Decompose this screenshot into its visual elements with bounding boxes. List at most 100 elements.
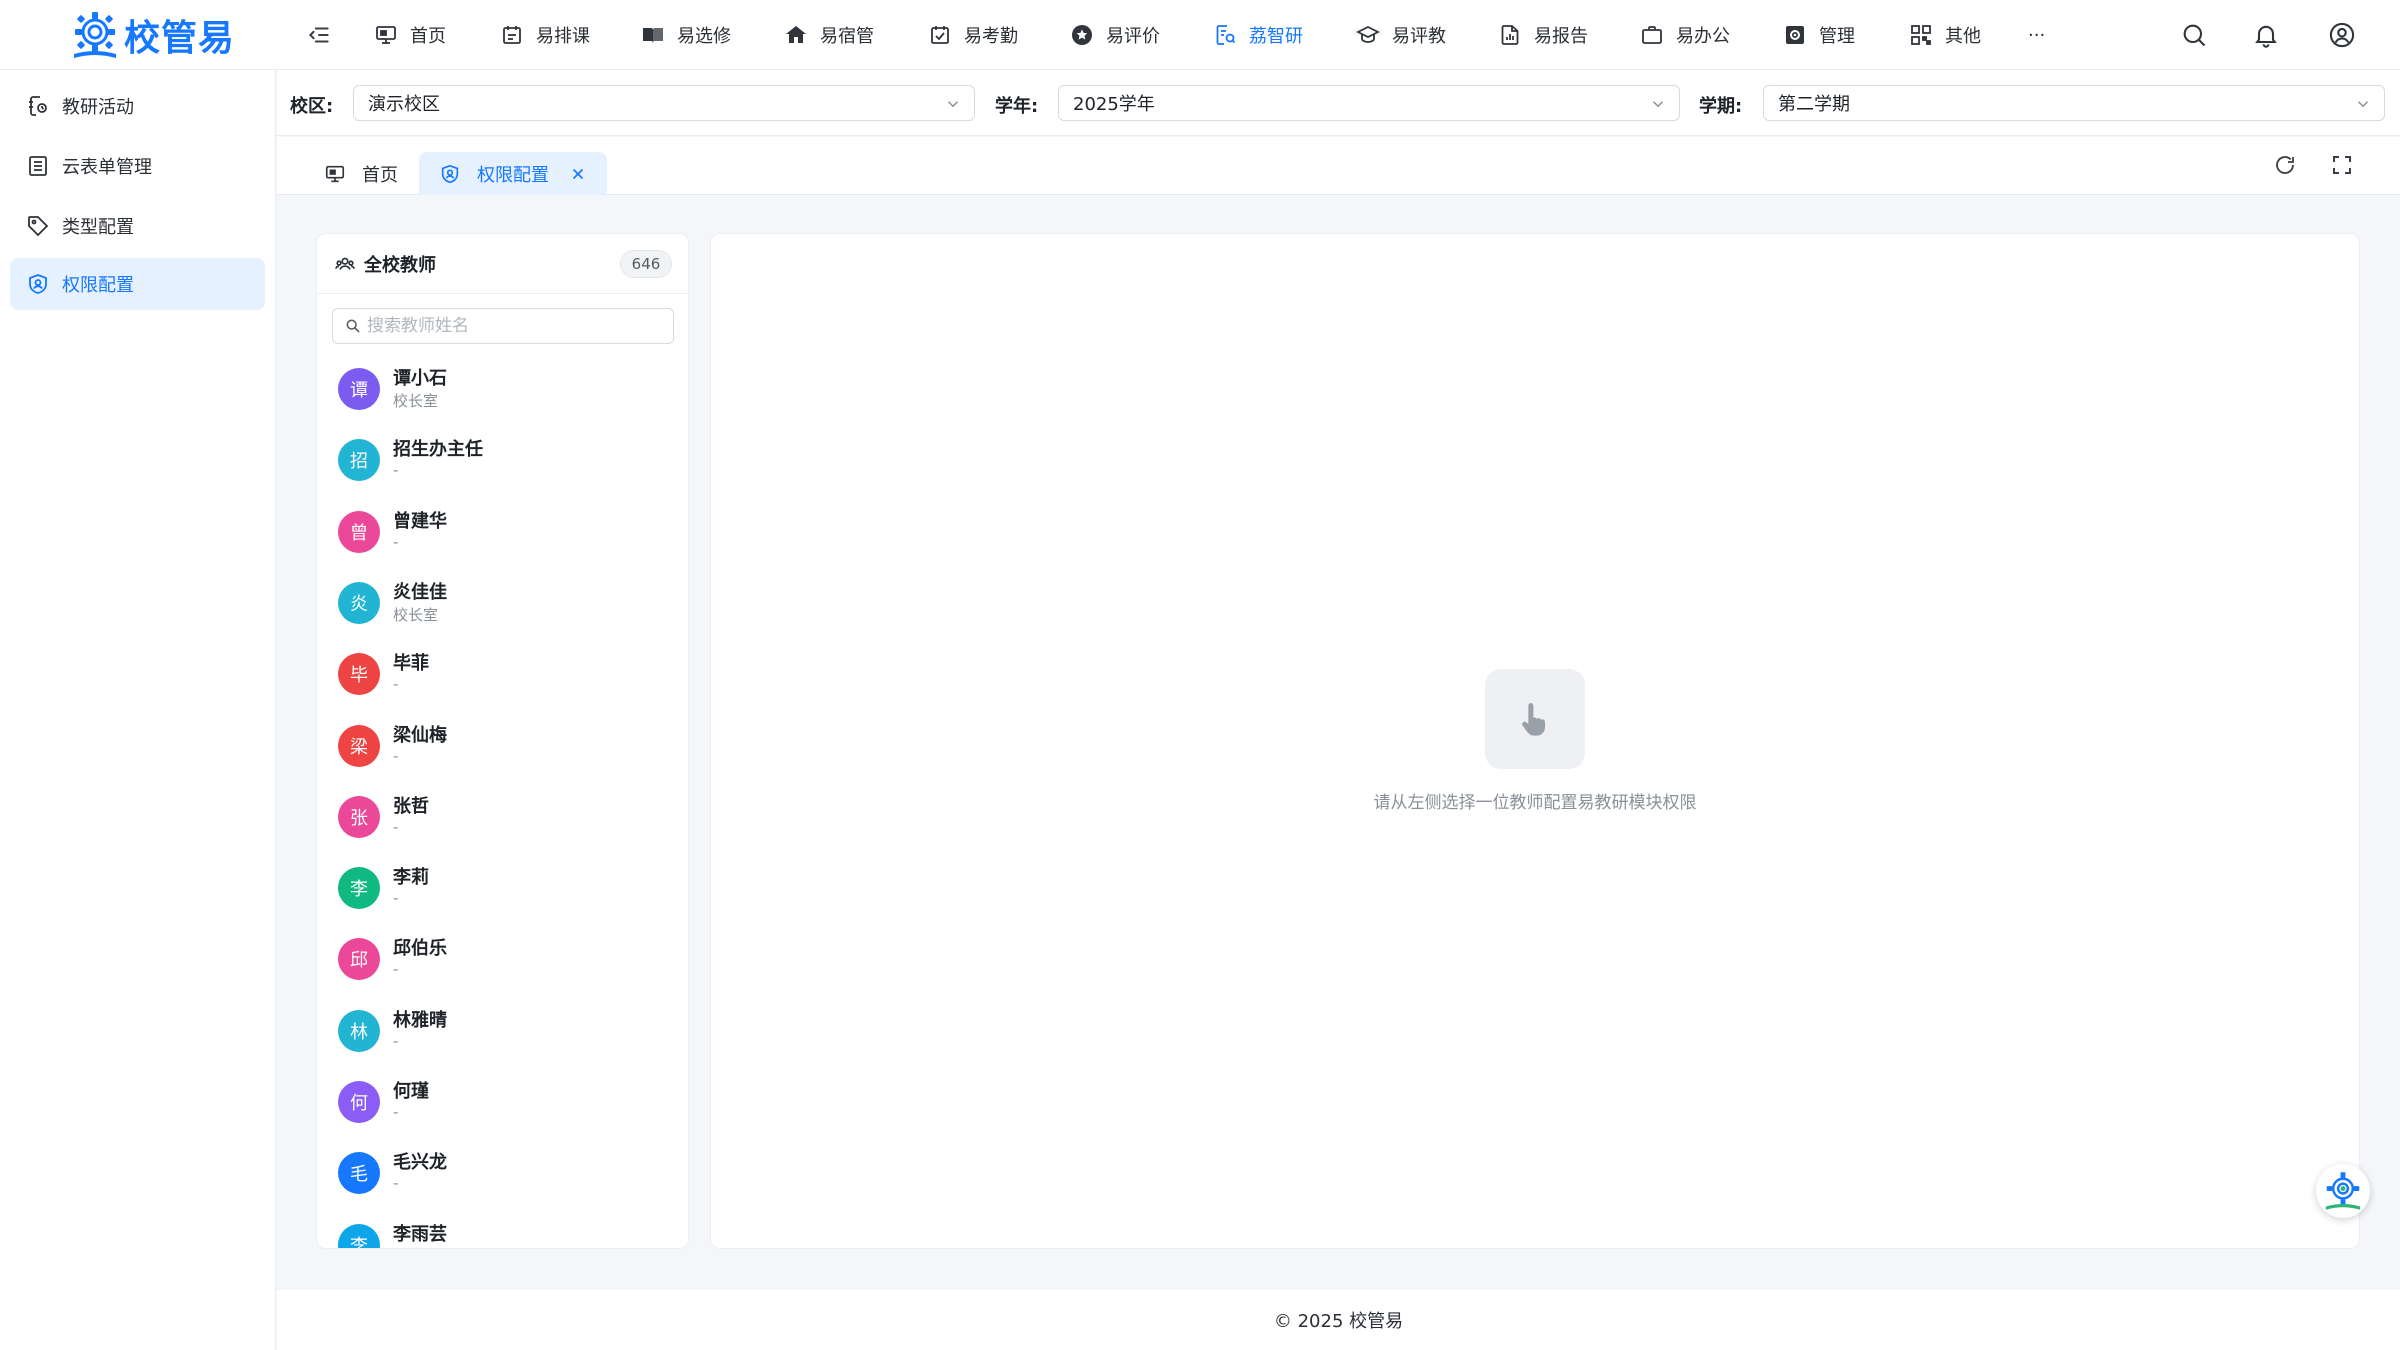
avatar: 张: [338, 796, 380, 838]
nav-item-label: 易宿管: [820, 26, 874, 47]
teacher-department: -: [393, 461, 399, 479]
teacher-name: 谭小石: [393, 368, 447, 389]
settings-box-icon: [1786, 26, 1804, 44]
teacher-name: 张哲: [393, 796, 429, 817]
teacher-search-box[interactable]: [332, 308, 674, 344]
report-icon: [1501, 25, 1519, 45]
term-label: 学期:: [1699, 96, 1743, 117]
bell-icon[interactable]: [2252, 21, 2280, 49]
search-icon[interactable]: [2180, 21, 2208, 49]
fullscreen-icon[interactable]: [2330, 153, 2354, 177]
nav-item-attendance[interactable]: 易考勤: [928, 0, 1018, 70]
nav-item-label: 管理: [1819, 26, 1855, 47]
avatar: 招: [338, 439, 380, 481]
nav-item-others[interactable]: 其他: [1909, 0, 1981, 70]
close-icon[interactable]: [569, 165, 587, 183]
nav-item-admin[interactable]: 管理: [1783, 0, 1855, 70]
schedule-icon: [503, 26, 521, 44]
sidebar-item-permission-config[interactable]: 权限配置: [10, 258, 265, 310]
avatar: 林: [338, 1010, 380, 1052]
teacher-department: -: [393, 1246, 398, 1248]
teacher-list-item[interactable]: 李李莉 -: [317, 859, 688, 925]
logo-text: 校管易: [124, 18, 236, 59]
empty-state-illustration: [1485, 669, 1585, 769]
sidebar: 教研活动 云表单管理 类型配置 权限配置: [0, 70, 276, 1350]
nav-item-teaching-eval[interactable]: 易评教: [1356, 0, 1446, 70]
permission-icon: [441, 164, 459, 183]
sidebar-item-cloud-forms[interactable]: 云表单管理: [10, 140, 265, 192]
refresh-icon[interactable]: [2273, 153, 2297, 177]
nav-item-evaluation[interactable]: 易评价: [1070, 0, 1160, 70]
copyright-text: © 2025 校管易: [1273, 1311, 1404, 1332]
avatar: 何: [338, 1081, 380, 1123]
nav-item-label: 易选修: [677, 26, 731, 47]
teacher-list-item[interactable]: 招招生办主任 -: [317, 431, 688, 497]
teacher-list-item[interactable]: 曾曾建华 -: [317, 503, 688, 569]
term-select[interactable]: 第二学期: [1763, 85, 2385, 121]
chevron-down-icon: [2357, 101, 2369, 108]
teacher-list-item[interactable]: 邱邱伯乐 -: [317, 930, 688, 996]
teacher-department: 校长室: [393, 606, 439, 624]
teacher-department: -: [393, 1032, 399, 1050]
avatar: 李: [338, 867, 380, 909]
avatar: 李: [338, 1224, 380, 1248]
teacher-list-item[interactable]: 张张哲 -: [317, 788, 688, 854]
home-icon: [786, 26, 806, 43]
teacher-list-item[interactable]: 炎炎佳佳 校长室: [317, 574, 688, 640]
sidebar-item-type-config[interactable]: 类型配置: [10, 200, 265, 252]
teacher-name: 何瑾: [393, 1081, 429, 1102]
teacher-list-item[interactable]: 毛毛兴龙 -: [317, 1144, 688, 1210]
nav-item-research[interactable]: 荔智研: [1213, 0, 1303, 70]
teacher-list-item[interactable]: 林林雅晴 -: [317, 1002, 688, 1068]
search-icon: [346, 319, 360, 333]
user-account-icon[interactable]: [2328, 21, 2356, 49]
nav-item-label: 易报告: [1534, 26, 1588, 47]
chevron-down-icon: [1652, 101, 1664, 108]
logo-gear-icon: [74, 12, 116, 58]
nav-item-electives[interactable]: 易选修: [641, 0, 731, 70]
footer: © 2025 校管易: [277, 1290, 2400, 1350]
nav-item-label: 易排课: [536, 26, 590, 47]
graduation-icon: [1356, 25, 1380, 43]
teacher-list-item[interactable]: 梁梁仙梅 -: [317, 717, 688, 783]
team-icon: [335, 257, 355, 270]
campus-label: 校区:: [290, 96, 334, 117]
nav-item-scheduling[interactable]: 易排课: [500, 0, 590, 70]
nav-more-button[interactable]: ···: [2028, 0, 2045, 70]
grid-icon: [1911, 25, 1931, 45]
avatar: 谭: [338, 368, 380, 410]
teacher-name: 邱伯乐: [393, 938, 447, 959]
year-value: 2025学年: [1073, 94, 1155, 115]
assistant-gear-icon: [2325, 1172, 2361, 1210]
teacher-list: 谭谭小石 校长室招招生办主任 - 曾曾建华 - 炎炎佳佳 校长室毕毕菲 - 梁梁仙梅 - 张张哲 - 李…: [317, 360, 688, 1248]
nav-item-report[interactable]: 易报告: [1498, 0, 1588, 70]
more-label: ···: [2028, 24, 2046, 46]
teacher-department: -: [393, 675, 399, 693]
teacher-name: 曾建华: [393, 511, 447, 532]
monitor-icon: [325, 165, 345, 182]
teacher-panel-header: 全校教师 646: [317, 234, 688, 294]
tag-icon: [28, 216, 49, 237]
teacher-list-item[interactable]: 毕毕菲 -: [317, 645, 688, 711]
sidebar-item-research-activity[interactable]: 教研活动: [10, 80, 265, 132]
teacher-list-item[interactable]: 何何瑾 -: [317, 1073, 688, 1139]
filter-bar: 校区: 演示校区 学年: 2025学年 学期: 第二学期: [277, 70, 2400, 136]
teacher-list-item[interactable]: 谭谭小石 校长室: [317, 360, 688, 426]
avatar: 毕: [338, 653, 380, 695]
top-header: 校管易 首页 易排课 易选修 易宿管 易考勤 易评价 荔智研 易评教 易报告 易…: [0, 0, 2400, 70]
assistant-float-button[interactable]: [2316, 1164, 2370, 1218]
nav-item-dormitory[interactable]: 易宿管: [784, 0, 874, 70]
tab-permission-config[interactable]: 权限配置: [419, 152, 607, 195]
nav-item-home[interactable]: 首页: [374, 0, 446, 70]
nav-item-office[interactable]: 易办公: [1640, 0, 1730, 70]
collapse-menu-icon[interactable]: [306, 22, 332, 48]
teacher-department: -: [393, 889, 399, 907]
year-select[interactable]: 2025学年: [1058, 85, 1680, 121]
tab-home[interactable]: 首页: [304, 152, 418, 195]
nav-item-label: 其他: [1945, 26, 1981, 47]
teacher-name: 炎佳佳: [393, 582, 447, 603]
teacher-search-input[interactable]: [367, 316, 667, 336]
teacher-list-item[interactable]: 李李雨芸-: [317, 1216, 688, 1248]
campus-select[interactable]: 演示校区: [353, 85, 975, 121]
app-logo[interactable]: 校管易: [68, 4, 240, 66]
